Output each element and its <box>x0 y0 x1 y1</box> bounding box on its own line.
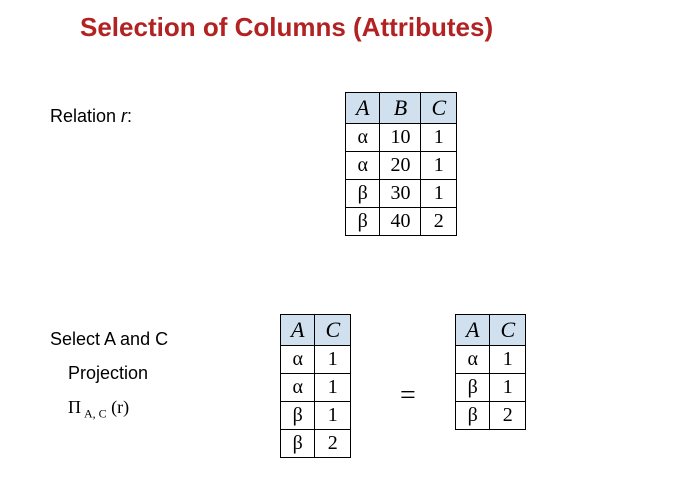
table-cell: 2 <box>315 430 351 458</box>
column-header: C <box>421 93 457 124</box>
column-header: C <box>490 315 526 346</box>
table-cell: 1 <box>421 124 457 152</box>
table-cell: 1 <box>315 346 351 374</box>
column-header: B <box>380 93 421 124</box>
table-cell: 30 <box>380 180 421 208</box>
table-cell: α <box>346 152 380 180</box>
relation-prefix: Relation <box>50 106 121 126</box>
equals-sign: = <box>400 380 416 412</box>
table-row: β2 <box>456 402 526 430</box>
table-cell: 10 <box>380 124 421 152</box>
table-cell: α <box>456 346 490 374</box>
table-row: α1 <box>281 346 351 374</box>
table-cell: β <box>346 180 380 208</box>
table-cell: 40 <box>380 208 421 236</box>
projection-before-table: ACα1α1β1β2 <box>280 314 351 458</box>
table-row: β402 <box>346 208 457 236</box>
table-cell: 2 <box>421 208 457 236</box>
pi-subscript: A, C <box>81 407 107 421</box>
projection-text: Projection <box>68 356 168 390</box>
table-row: α201 <box>346 152 457 180</box>
table-cell: 1 <box>315 374 351 402</box>
table-cell: 20 <box>380 152 421 180</box>
projection-expression: Π A, C (r) <box>68 390 168 425</box>
table-cell: 1 <box>490 374 526 402</box>
relation-r-table: ABCα101α201β301β402 <box>345 92 457 236</box>
table-cell: β <box>281 430 315 458</box>
table-cell: 1 <box>490 346 526 374</box>
table-row: α1 <box>456 346 526 374</box>
table-cell: 1 <box>421 152 457 180</box>
table-cell: α <box>346 124 380 152</box>
column-header: C <box>315 315 351 346</box>
projection-after-table: ACα1β1β2 <box>455 314 526 430</box>
table-row: β2 <box>281 430 351 458</box>
select-columns-text: Select A and C <box>50 322 168 356</box>
table-row: β1 <box>281 402 351 430</box>
table-row: β301 <box>346 180 457 208</box>
projection-labels: Select A and C Projection Π A, C (r) <box>50 322 168 426</box>
table-cell: α <box>281 346 315 374</box>
table-cell: 1 <box>315 402 351 430</box>
page-title: Selection of Columns (Attributes) <box>80 12 493 43</box>
pi-argument: (r) <box>107 397 129 417</box>
table-cell: β <box>456 374 490 402</box>
table-row: α101 <box>346 124 457 152</box>
column-header: A <box>346 93 380 124</box>
relation-suffix: : <box>127 106 132 126</box>
table-cell: β <box>346 208 380 236</box>
column-header: A <box>456 315 490 346</box>
table-row: α1 <box>281 374 351 402</box>
table-cell: β <box>456 402 490 430</box>
pi-symbol: Π <box>68 397 81 417</box>
table-row: β1 <box>456 374 526 402</box>
relation-label: Relation r: <box>50 106 132 127</box>
column-header: A <box>281 315 315 346</box>
table-cell: 2 <box>490 402 526 430</box>
table-cell: 1 <box>421 180 457 208</box>
table-cell: α <box>281 374 315 402</box>
table-cell: β <box>281 402 315 430</box>
